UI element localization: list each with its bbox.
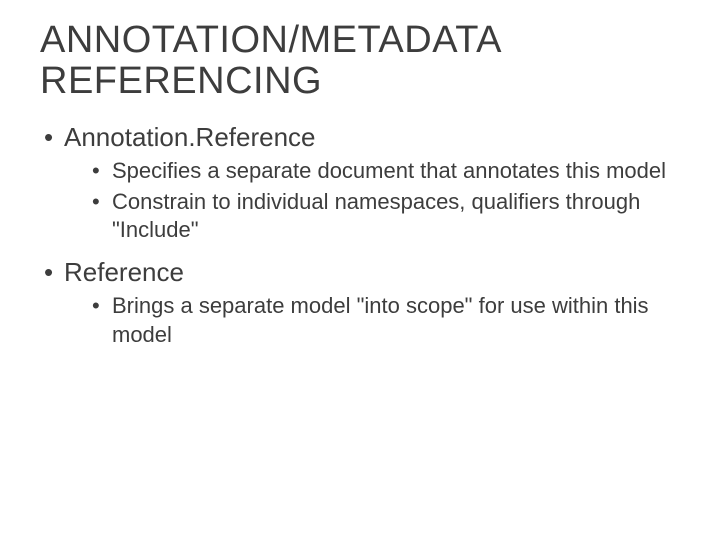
sub-bullet-list: Brings a separate model "into scope" for…	[64, 292, 680, 349]
sub-bullet-item: Specifies a separate document that annot…	[92, 157, 680, 186]
sub-bullet-item: Brings a separate model "into scope" for…	[92, 292, 680, 349]
bullet-item-label: Reference	[64, 257, 184, 287]
sub-bullet-item: Constrain to individual namespaces, qual…	[92, 188, 680, 245]
bullet-item: Reference Brings a separate model "into …	[44, 255, 680, 349]
sub-bullet-list: Specifies a separate document that annot…	[64, 157, 680, 245]
bullet-list: Annotation.Reference Specifies a separat…	[40, 120, 680, 349]
bullet-item: Annotation.Reference Specifies a separat…	[44, 120, 680, 245]
slide-title: ANNOTATION/METADATA REFERENCING	[40, 20, 680, 102]
bullet-item-label: Annotation.Reference	[64, 122, 316, 152]
slide: ANNOTATION/METADATA REFERENCING Annotati…	[0, 0, 720, 540]
